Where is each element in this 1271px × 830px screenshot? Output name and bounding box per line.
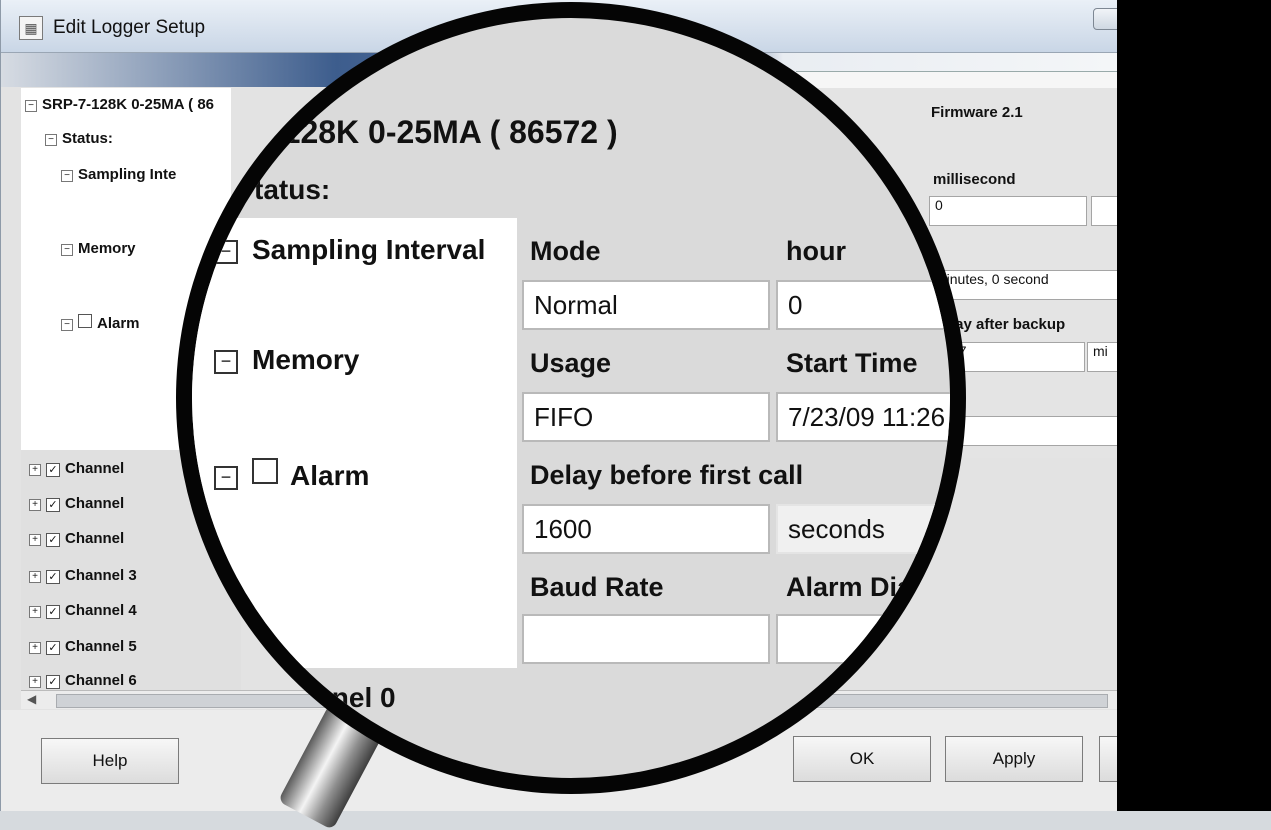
start-time-field[interactable]: 7/23/09 11:26 (776, 392, 950, 442)
delay-first-call-label: Delay before first call (530, 460, 804, 490)
zoom-tree-alarm[interactable]: − Alarm (214, 458, 369, 492)
start-time-label: Start Time (786, 348, 918, 378)
expand-icon[interactable]: + (29, 499, 41, 511)
tree-item-label: Sampling Inte (78, 166, 177, 183)
expand-icon[interactable]: + (29, 534, 41, 546)
tree-item-sampling[interactable]: − Sampling Inte (61, 166, 176, 188)
mode-label: Mode (530, 236, 601, 266)
channel-label: Channel 3 (65, 567, 137, 584)
collapse-icon[interactable]: − (214, 350, 238, 374)
channel0-label: hannel 0 (282, 682, 396, 713)
checkbox-checked-icon[interactable]: ✓ (46, 675, 60, 689)
window-title: Edit Logger Setup (53, 17, 206, 38)
expand-icon[interactable]: + (29, 606, 41, 618)
channel-label: Channel 4 (65, 602, 137, 619)
expand-icon[interactable]: + (29, 571, 41, 583)
header-field (796, 71, 1118, 88)
collapse-icon[interactable]: − (45, 134, 57, 146)
collapse-icon[interactable]: − (25, 100, 37, 112)
tree-item-alarm[interactable]: − Alarm (61, 314, 140, 336)
alarm-dial-label: Alarm Dia (786, 572, 913, 602)
delay-after-backup-label: lay after backup (951, 316, 1066, 333)
alarm-dial-field[interactable] (776, 614, 950, 664)
black-margin (1117, 0, 1271, 811)
millisecond-input[interactable]: 0 (929, 196, 1087, 226)
tree-channel[interactable]: + ✓ Channel (29, 530, 124, 552)
delay-first-call-field[interactable]: 1600 (522, 504, 770, 554)
hour-field[interactable]: 0 (776, 280, 950, 330)
status-heading: tatus: (254, 174, 331, 205)
collapse-icon[interactable]: − (214, 466, 238, 490)
hour-label: hour (786, 236, 846, 266)
collapse-icon[interactable]: − (61, 244, 73, 256)
channel-label: Channel 6 (65, 672, 137, 689)
delay-unit-select[interactable]: mi (1087, 342, 1118, 372)
checkbox-checked-icon[interactable]: ✓ (46, 641, 60, 655)
tree-channel[interactable]: + ✓ Channel 5 (29, 638, 137, 660)
expand-icon[interactable]: + (29, 464, 41, 476)
magnifier-lens: -128K 0-25MA ( 86572 ) tatus: − Sampling … (176, 2, 966, 794)
channel-label: Channel (65, 495, 125, 512)
collapse-icon[interactable]: − (61, 319, 73, 331)
minimize-button[interactable] (1093, 8, 1118, 30)
tree-channel[interactable]: + ✓ Channel (29, 460, 124, 482)
millisecond-label: millisecond (933, 171, 1016, 188)
alarm-checkbox[interactable] (252, 458, 278, 484)
delay-unit-select[interactable]: seconds (776, 504, 950, 554)
expand-icon[interactable]: + (29, 642, 41, 654)
mode-field[interactable]: Normal (522, 280, 770, 330)
tree-channel[interactable]: + ✓ Channel 4 (29, 602, 137, 624)
zoom-tree-sampling[interactable]: − Sampling Interval (214, 234, 485, 266)
tree-item-label: Memory (78, 240, 136, 257)
checkbox-checked-icon[interactable]: ✓ (46, 463, 60, 477)
app-window-icon: ▦ (19, 16, 43, 40)
ok-button[interactable]: OK (793, 736, 931, 782)
channel-label: Channel 5 (65, 638, 137, 655)
firmware-label: Firmware 2.1 (931, 104, 1023, 121)
checkbox-checked-icon[interactable]: ✓ (46, 605, 60, 619)
device-title: -128K 0-25MA ( 86572 ) (272, 114, 618, 150)
extra-input[interactable] (1091, 196, 1118, 226)
checkbox-checked-icon[interactable]: ✓ (46, 533, 60, 547)
checkbox-checked-icon[interactable]: ✓ (46, 498, 60, 512)
sampling-interval-label: Sampling Interval (252, 234, 486, 265)
tree-channel[interactable]: + ✓ Channel 3 (29, 567, 137, 589)
tree-root-label: SRP-7-128K 0-25MA ( 86 (42, 96, 215, 113)
scroll-left-icon[interactable]: ◀ (27, 692, 36, 706)
channel1-label: el 1 (342, 736, 389, 767)
baud-rate-field[interactable] (522, 614, 770, 664)
usage-label: Usage (530, 348, 612, 378)
cancel-button-partial[interactable] (1099, 736, 1118, 782)
baud-rate-label: Baud Rate (530, 572, 664, 602)
expand-icon[interactable]: + (29, 676, 41, 688)
checkbox-checked-icon[interactable]: ✓ (46, 570, 60, 584)
apply-button[interactable]: Apply (945, 736, 1083, 782)
tree-item-status[interactable]: − Status: (45, 130, 113, 152)
delay-after-backup-input[interactable]: 57 (945, 342, 1085, 372)
collapse-icon[interactable]: − (61, 170, 73, 182)
duration-display: minutes, 0 second (929, 270, 1118, 300)
tree-item-label: Status: (62, 130, 113, 147)
zoom-tree-memory[interactable]: − Memory (214, 344, 359, 376)
tree-item-label: Alarm (97, 315, 140, 332)
zoom-tree: − Sampling Interval − Memory − Alarm (192, 218, 517, 668)
alarm-label: Alarm (290, 460, 370, 491)
tree-item-memory[interactable]: − Memory (61, 240, 136, 262)
collapse-icon[interactable]: − (214, 240, 238, 264)
usage-field[interactable]: FIFO (522, 392, 770, 442)
memory-label: Memory (252, 344, 360, 375)
tree-channel[interactable]: + ✓ Channel (29, 495, 124, 517)
alarm-checkbox[interactable] (78, 314, 92, 328)
channel-label: Channel (65, 460, 125, 477)
channel-label: Channel (65, 530, 125, 547)
tree-root[interactable]: − SRP-7-128K 0-25MA ( 86 (25, 96, 214, 118)
help-button[interactable]: Help (41, 738, 179, 784)
